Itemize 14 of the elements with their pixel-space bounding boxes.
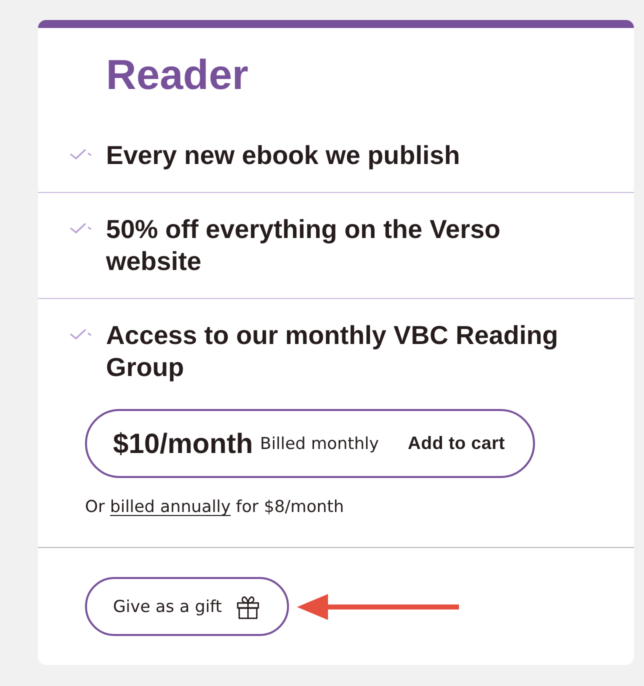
feature-text: 50% off everything on the Verso website — [106, 213, 502, 277]
price-text: $10/month — [113, 428, 254, 460]
billing-period-text: Billed monthly — [260, 434, 379, 453]
check-icon — [70, 148, 92, 160]
feature-text: Every new ebook we publish — [106, 139, 460, 171]
plan-title: Reader — [106, 51, 248, 99]
check-icon — [70, 222, 92, 234]
billed-annually-link[interactable]: billed annually — [110, 497, 231, 516]
annual-billing-note: Or billed annually for $8/month — [85, 496, 344, 518]
gift-icon — [236, 594, 260, 618]
give-as-gift-button[interactable]: Give as a gift — [85, 577, 289, 636]
feature-text: Access to our monthly VBC Reading Group — [106, 319, 560, 383]
add-to-cart-button[interactable]: $10/month Billed monthly Add to cart — [85, 409, 535, 478]
check-icon — [70, 328, 92, 340]
